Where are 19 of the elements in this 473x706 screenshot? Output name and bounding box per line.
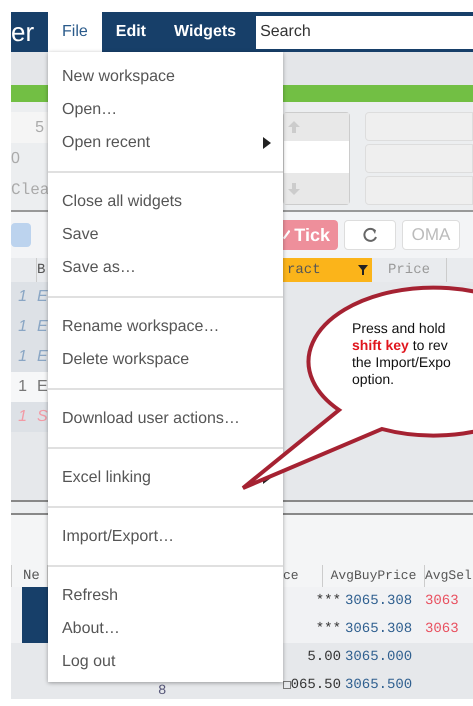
table-cell-text: 3065.308 [344, 620, 414, 638]
table-cell-text: 3065.500 [344, 676, 414, 694]
column-header: B [37, 260, 46, 280]
table-cell-text: 3063 [425, 592, 459, 610]
table-cell-text: 065.50 [290, 676, 341, 694]
column-header: ract [283, 258, 372, 282]
table-cell-text: 3063 [425, 620, 459, 638]
panel-cell-text: 0 [11, 148, 21, 168]
app-brand: er [11, 19, 36, 45]
table-cell-text: 3065.308 [344, 592, 414, 610]
panel-cell: 5 [11, 112, 48, 143]
table-cell-text: *** [316, 620, 341, 638]
table-cell: 8 [158, 683, 166, 699]
callout-text: Press and hold shift key to rev the Import/Expo option. [352, 320, 451, 388]
column-header: AvgSel [425, 567, 473, 586]
table-cell-text: 3065.000 [344, 648, 414, 666]
table-cell-text: *** [316, 592, 341, 610]
table-cell-text: 5.00 [307, 648, 341, 666]
panel-cell-text: Clea [11, 180, 48, 200]
